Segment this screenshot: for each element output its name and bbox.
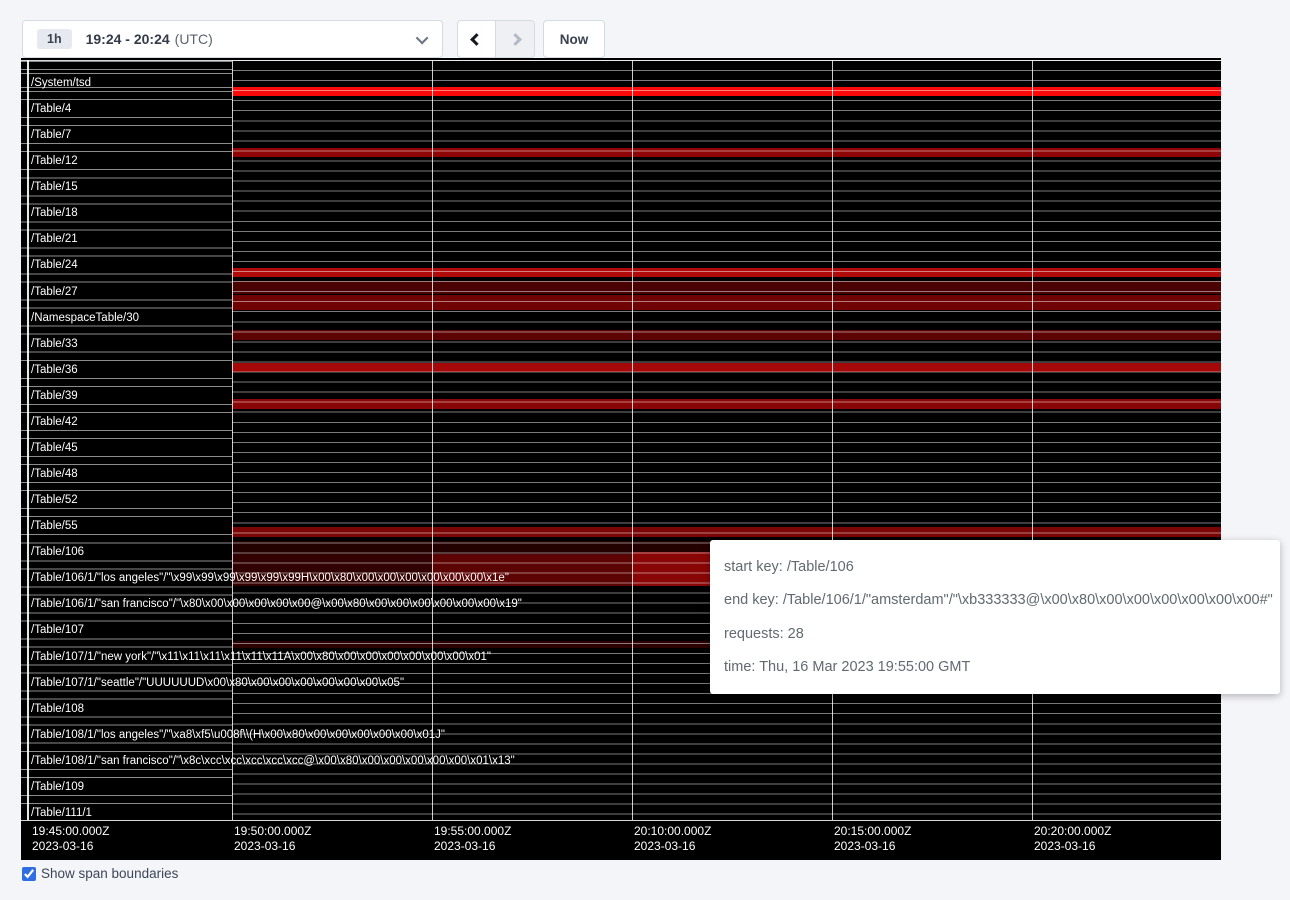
row-label: /Table/27 bbox=[31, 285, 78, 299]
show-span-boundaries-checkbox[interactable] bbox=[22, 867, 36, 881]
time-gridline bbox=[232, 60, 233, 820]
heat-band[interactable] bbox=[232, 363, 1221, 372]
x-axis-tick: 19:45:00.000Z2023-03-16 bbox=[32, 824, 109, 854]
tick-date: 2023-03-16 bbox=[834, 839, 911, 854]
row-label: /Table/21 bbox=[31, 232, 78, 246]
tick-date: 2023-03-16 bbox=[434, 839, 511, 854]
row-label: /Table/45 bbox=[31, 441, 78, 455]
row-label: /Table/18 bbox=[31, 206, 78, 220]
cell-tooltip: start key: /Table/106 end key: /Table/106… bbox=[710, 540, 1280, 694]
tick-date: 2023-03-16 bbox=[634, 839, 711, 854]
heat-band[interactable] bbox=[232, 330, 1221, 340]
show-span-boundaries-label: Show span boundaries bbox=[41, 866, 178, 881]
toolbar: 1h 19:24 - 20:24 (UTC) Now bbox=[0, 0, 1290, 58]
tick-date: 2023-03-16 bbox=[234, 839, 311, 854]
tooltip-line: time: Thu, 16 Mar 2023 19:55:00 GMT bbox=[724, 659, 1266, 675]
row-label: /Table/52 bbox=[31, 493, 78, 507]
tick-date: 2023-03-16 bbox=[1034, 839, 1111, 854]
tooltip-line: end key: /Table/106/1/"amsterdam"/"\xb33… bbox=[724, 592, 1266, 608]
heat-band[interactable] bbox=[232, 87, 1221, 96]
heat-band[interactable] bbox=[232, 281, 1221, 294]
tooltip-line: requests: 28 bbox=[724, 626, 1266, 642]
row-label: /Table/106/1/"los angeles"/"\x99\x99\x99… bbox=[31, 571, 509, 585]
heat-band[interactable] bbox=[232, 148, 1221, 157]
x-axis-tick: 20:10:00.000Z2023-03-16 bbox=[634, 824, 711, 854]
tick-date: 2023-03-16 bbox=[32, 839, 109, 854]
tick-time: 19:50:00.000Z bbox=[234, 824, 311, 839]
span-boundary-gridlines bbox=[232, 60, 1221, 820]
row-label: /Table/107 bbox=[31, 623, 84, 637]
row-label: /System/tsd bbox=[31, 76, 91, 90]
row-label: /Table/108/1/"san francisco"/"\x8c\xcc\x… bbox=[31, 754, 515, 768]
row-label: /Table/42 bbox=[31, 415, 78, 429]
x-axis-tick: 20:15:00.000Z2023-03-16 bbox=[834, 824, 911, 854]
tick-time: 19:55:00.000Z bbox=[434, 824, 511, 839]
heat-band[interactable] bbox=[232, 268, 1221, 277]
tooltip-line: start key: /Table/106 bbox=[724, 559, 1266, 575]
plot-top-border bbox=[21, 60, 1221, 61]
heat-band[interactable] bbox=[232, 295, 1221, 310]
row-label: /Table/39 bbox=[31, 389, 78, 403]
heat-band[interactable] bbox=[232, 527, 1221, 537]
row-label: /Table/106 bbox=[31, 545, 84, 559]
row-label: /Table/48 bbox=[31, 467, 78, 481]
tick-time: 20:20:00.000Z bbox=[1034, 824, 1111, 839]
heat-band[interactable] bbox=[232, 399, 1221, 409]
chevron-down-icon bbox=[416, 31, 429, 44]
duration-badge: 1h bbox=[37, 29, 72, 50]
now-button[interactable]: Now bbox=[543, 20, 605, 58]
time-range-dropdown[interactable]: 1h 19:24 - 20:24 (UTC) bbox=[22, 20, 443, 58]
row-label: /Table/7 bbox=[31, 128, 71, 142]
row-label: /Table/36 bbox=[31, 363, 78, 377]
row-label: /Table/111/1 bbox=[31, 806, 92, 820]
row-label: /Table/107/1/"new york"/"\x11\x11\x11\x1… bbox=[31, 650, 491, 664]
row-label: /Table/109 bbox=[31, 780, 84, 794]
tick-time: 20:10:00.000Z bbox=[634, 824, 711, 839]
tick-time: 19:45:00.000Z bbox=[32, 824, 109, 839]
row-label: /Table/33 bbox=[31, 337, 78, 351]
chevron-left-icon bbox=[470, 33, 483, 46]
row-label: /Table/4 bbox=[31, 102, 71, 116]
timezone-label: (UTC) bbox=[175, 31, 213, 47]
time-gridline bbox=[1032, 60, 1033, 820]
x-axis-tick: 20:20:00.000Z2023-03-16 bbox=[1034, 824, 1111, 854]
row-label: /Table/55 bbox=[31, 519, 78, 533]
row-label: /Table/108/1/"los angeles"/"\xa8\xf5\u00… bbox=[31, 728, 445, 742]
row-label: /Table/106/1/"san francisco"/"\x80\x00\x… bbox=[31, 597, 522, 611]
time-range-label: 19:24 - 20:24 bbox=[86, 31, 170, 47]
x-axis-tick: 19:55:00.000Z2023-03-16 bbox=[434, 824, 511, 854]
time-nav-group bbox=[457, 20, 535, 58]
row-label: /Table/107/1/"seattle"/"UUUUUUD\x00\x80\… bbox=[31, 676, 404, 690]
row-label: /Table/108 bbox=[31, 702, 84, 716]
tick-time: 20:15:00.000Z bbox=[834, 824, 911, 839]
time-gridline bbox=[832, 60, 833, 820]
prev-time-button[interactable] bbox=[458, 21, 496, 57]
key-visualizer-heatmap[interactable]: /System/tsd/Table/4/Table/7/Table/12/Tab… bbox=[21, 58, 1221, 860]
time-gridline bbox=[432, 60, 433, 820]
x-axis-tick: 19:50:00.000Z2023-03-16 bbox=[234, 824, 311, 854]
footer: Show span boundaries bbox=[22, 866, 178, 881]
row-label: /Table/12 bbox=[31, 154, 78, 168]
time-gridline bbox=[632, 60, 633, 820]
row-label: /Table/24 bbox=[31, 258, 78, 272]
row-label: /NamespaceTable/30 bbox=[31, 311, 139, 325]
chevron-right-icon bbox=[509, 33, 522, 46]
plot-bottom-border bbox=[21, 820, 1221, 821]
next-time-button-disabled[interactable] bbox=[496, 21, 534, 57]
plot-left-border bbox=[27, 60, 29, 820]
row-label: /Table/15 bbox=[31, 180, 78, 194]
